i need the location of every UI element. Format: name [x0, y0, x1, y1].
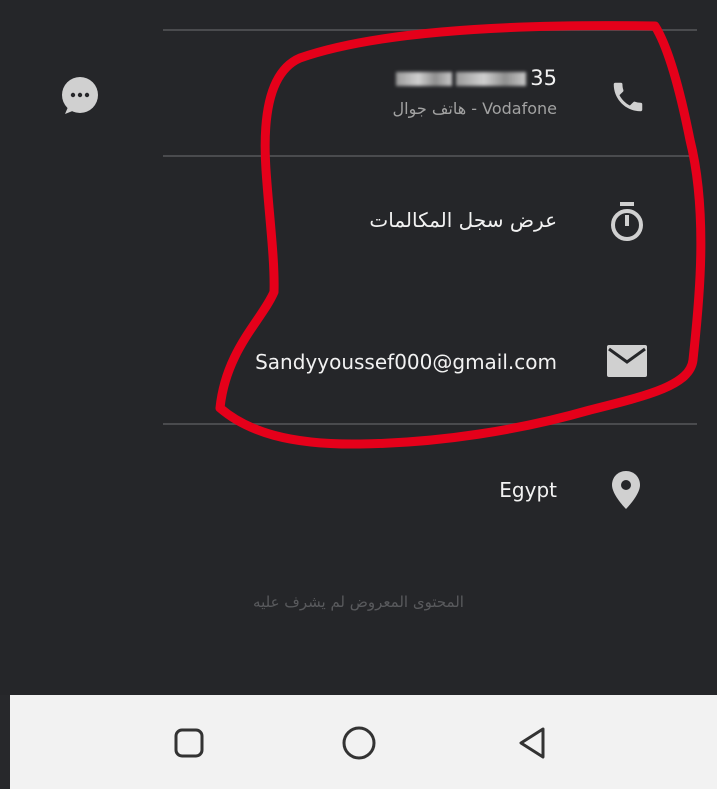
divider: [163, 155, 697, 157]
phone-number-redacted: [456, 72, 527, 86]
email-icon: [607, 345, 647, 377]
phone-icon[interactable]: [609, 78, 647, 116]
circle-icon[interactable]: [341, 725, 377, 761]
address-value: Egypt: [499, 478, 557, 502]
phone-number-suffix: 35: [530, 66, 557, 90]
phone-type-label: هاتف جوال - Vodafone: [392, 99, 557, 118]
call-history-label: عرض سجل المكالمات: [369, 208, 557, 232]
divider: [163, 29, 697, 31]
message-icon[interactable]: [60, 76, 100, 116]
triangle-back-icon[interactable]: [515, 725, 549, 761]
email-address: Sandyyoussef000@gmail.com: [255, 350, 557, 374]
divider: [163, 423, 697, 425]
stopwatch-icon: [611, 202, 643, 241]
square-icon[interactable]: [173, 727, 205, 759]
contact-details-screen: 35 هاتف جوال - Vodafone عرض سجل المكالما…: [0, 0, 717, 695]
unmoderated-content-disclaimer: المحتوى المعروض لم يشرف عليه: [253, 593, 464, 611]
system-navigation-bar: [10, 695, 717, 789]
location-pin-icon: [612, 471, 640, 509]
phone-number: 35: [396, 66, 557, 90]
phone-number-redacted: [396, 72, 453, 86]
